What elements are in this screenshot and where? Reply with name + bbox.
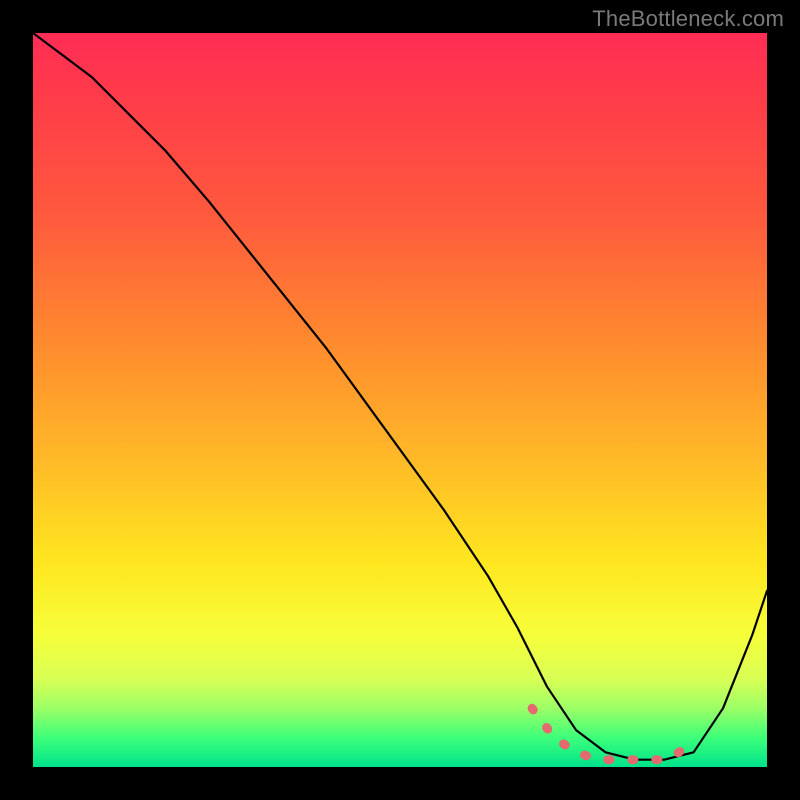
chart-frame: TheBottleneck.com (0, 0, 800, 800)
curve-layer (33, 33, 767, 767)
optimal-range-dashed (532, 708, 694, 759)
bottleneck-curve (33, 33, 767, 760)
watermark-text: TheBottleneck.com (592, 6, 784, 32)
plot-area (33, 33, 767, 767)
